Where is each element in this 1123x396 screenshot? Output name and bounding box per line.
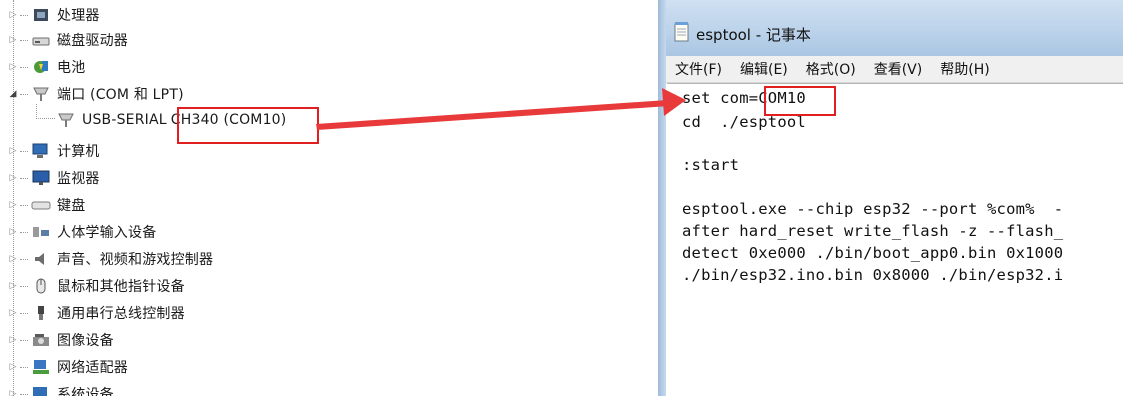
arrow-shaft — [316, 100, 669, 130]
annotation-arrow — [316, 88, 686, 130]
arrow-head — [662, 88, 686, 116]
